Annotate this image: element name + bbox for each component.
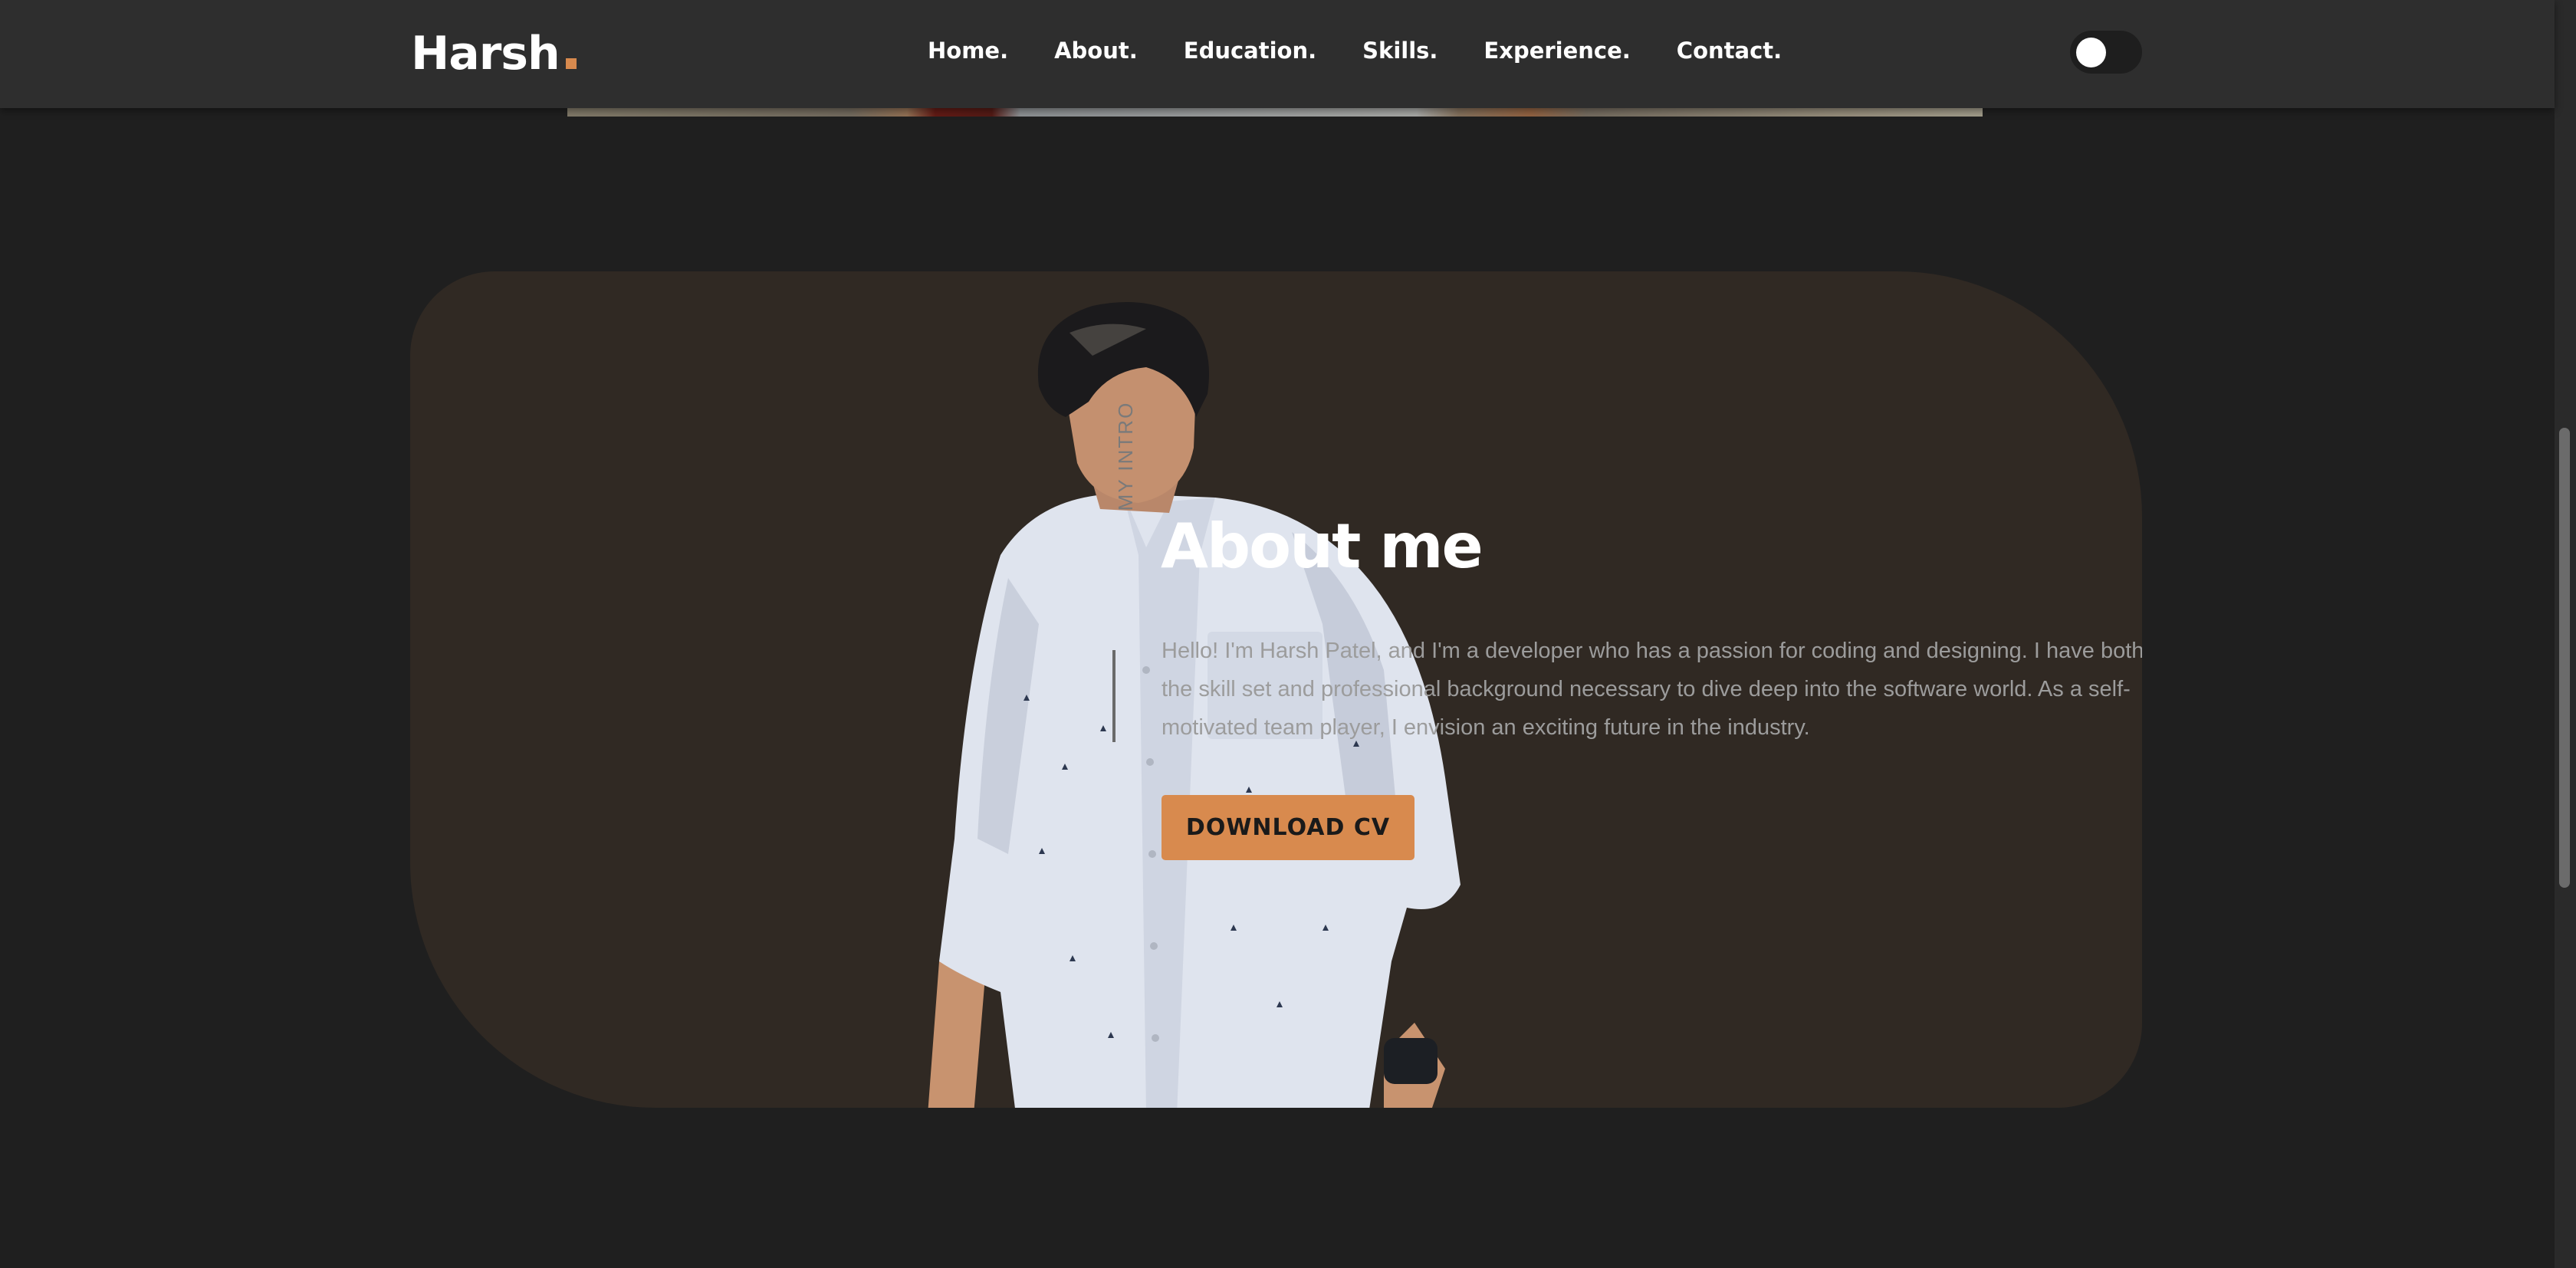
main-nav: Home. About. Education. Skills. Experien… bbox=[928, 34, 1782, 67]
site-header: Harsh Home. About. Education. Skills. Ex… bbox=[0, 0, 2555, 108]
about-section: MY INTRO About me Hello! I'm Harsh Patel… bbox=[410, 271, 2142, 1108]
nav-about[interactable]: About. bbox=[1054, 38, 1138, 64]
my-intro-label: MY INTRO bbox=[1114, 401, 1137, 511]
toggle-knob bbox=[2076, 38, 2106, 67]
logo-accent-dot bbox=[565, 58, 577, 69]
site-logo[interactable]: Harsh bbox=[411, 23, 577, 84]
nav-home[interactable]: Home. bbox=[928, 38, 1008, 64]
download-cv-button[interactable]: DOWNLOAD CV bbox=[1162, 795, 1414, 860]
intro-divider-line bbox=[1112, 650, 1116, 742]
previous-section-image-edge bbox=[567, 108, 1983, 117]
about-description: Hello! I'm Harsh Patel, and I'm a develo… bbox=[1162, 639, 2142, 740]
theme-toggle[interactable] bbox=[2070, 31, 2142, 74]
about-title: About me bbox=[1161, 511, 1484, 582]
nav-skills[interactable]: Skills. bbox=[1362, 38, 1438, 64]
nav-experience[interactable]: Experience. bbox=[1484, 38, 1630, 64]
nav-contact[interactable]: Contact. bbox=[1677, 38, 1782, 64]
logo-text: Harsh bbox=[411, 27, 560, 80]
scrollbar-thumb[interactable] bbox=[2559, 428, 2570, 888]
nav-education[interactable]: Education. bbox=[1184, 38, 1316, 64]
